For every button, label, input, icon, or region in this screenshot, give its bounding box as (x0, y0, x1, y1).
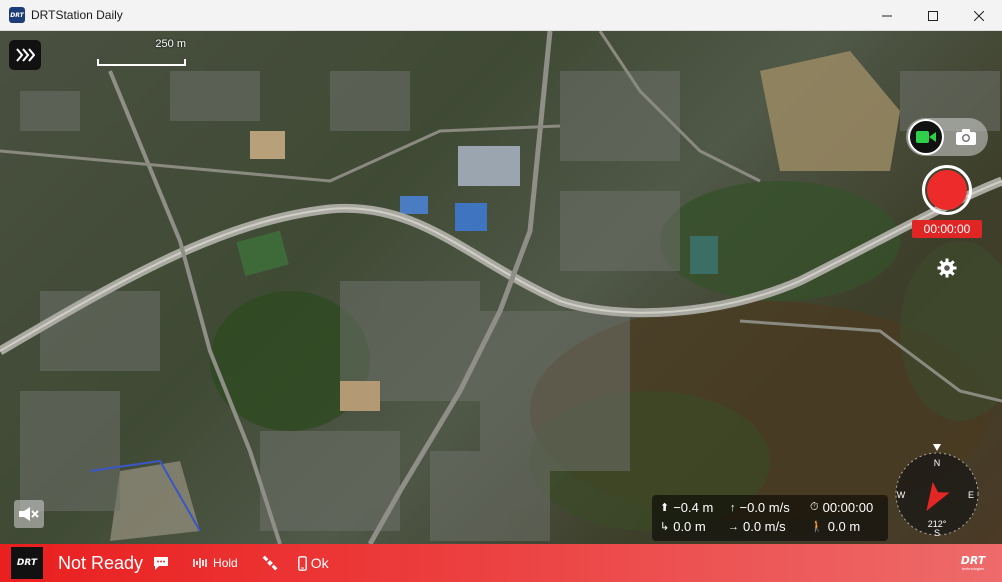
minimize-button[interactable] (864, 0, 910, 31)
flight-mode-button[interactable]: Hold (193, 556, 238, 570)
app-icon: DRT (9, 7, 25, 23)
flight-mode-label: Hold (213, 556, 238, 570)
home-distance-readout: 🚶 0.0 m (810, 519, 861, 534)
scale-label: 250 m (155, 38, 186, 50)
map-imagery (0, 31, 1002, 544)
photo-mode-button[interactable] (953, 125, 979, 149)
camera-settings-button[interactable] (936, 257, 958, 279)
phone-icon (297, 555, 307, 571)
app-window: DRT DRTStation Daily 250 m 00:00:00 ⬆ −0… (0, 0, 1002, 582)
telemetry-row-1: ⬆ −0.4 m ↑ −0.0 m/s ⏱ 00:00:00 (652, 500, 888, 518)
compass-west-label: W (897, 490, 906, 500)
connection-status-label: Ok (310, 555, 329, 571)
maximize-icon (928, 10, 938, 21)
flight-time-readout: ⏱ 00:00:00 (810, 500, 874, 515)
speaker-mute-icon (19, 507, 39, 521)
altitude-readout: ⬆ −0.4 m (660, 500, 714, 515)
video-camera-icon (916, 131, 936, 143)
compass-south-label: S (934, 528, 940, 538)
brand-logo: DRT technologies (960, 554, 986, 571)
video-mode-button[interactable] (908, 119, 944, 155)
camera-mode-toggle (906, 118, 988, 156)
message-icon (154, 556, 169, 570)
telemetry-panel: ⬆ −0.4 m ↑ −0.0 m/s ⏱ 00:00:00 ↳ 0.0 m → 0.0 … (652, 495, 888, 541)
camera-icon (956, 129, 976, 145)
window-title: DRTStation Daily (31, 8, 123, 22)
compass-east-label: E (968, 490, 974, 500)
horizontal-speed-readout: → 0.0 m/s (728, 519, 786, 534)
vertical-speed-icon: ↑ (730, 501, 736, 514)
close-icon (974, 10, 984, 21)
record-icon (927, 170, 967, 210)
record-button[interactable] (922, 165, 972, 215)
record-timer: 00:00:00 (912, 220, 982, 238)
compass-widget: N E S W 212° (895, 444, 979, 538)
connection-status-button[interactable]: Ok (297, 555, 329, 571)
map-scale: 250 m (97, 38, 186, 68)
wave-icon (193, 558, 207, 568)
messages-button[interactable] (153, 556, 169, 571)
compass-north-label: N (934, 458, 941, 468)
close-button[interactable] (956, 0, 1002, 31)
vertical-speed-readout: ↑ −0.0 m/s (730, 500, 790, 515)
title-bar[interactable]: DRT DRTStation Daily (0, 0, 1002, 31)
gear-icon (937, 258, 957, 278)
drt-logo[interactable]: DRT (11, 547, 43, 579)
audio-mute-button[interactable] (14, 500, 44, 528)
scale-bar (97, 59, 186, 66)
telemetry-row-2: ↳ 0.0 m → 0.0 m/s 🚶 0.0 m (652, 519, 888, 537)
chevrons-right-icon (16, 48, 35, 62)
walker-icon: 🚶 (810, 521, 824, 533)
status-bar: DRT Not Ready Hold Ok DRT technologies (0, 544, 1002, 582)
distance-icon: ↳ (660, 521, 670, 533)
distance-readout: ↳ 0.0 m (660, 519, 706, 534)
satellite-map[interactable]: 250 m 00:00:00 ⬆ −0.4 m ↑ −0.0 m/s ⏱ 00:… (0, 31, 1002, 544)
expand-menu-button[interactable] (9, 40, 41, 70)
altitude-icon: ⬆ (660, 502, 670, 514)
window-controls (864, 0, 1002, 31)
timer-icon: ⏱ (810, 501, 819, 513)
vehicle-status[interactable]: Not Ready (58, 553, 143, 574)
gps-status-button[interactable] (262, 555, 278, 571)
horizontal-speed-icon: → (728, 520, 739, 533)
satellite-icon (262, 555, 278, 571)
minimize-icon (882, 15, 892, 16)
compass-heading-label: 212° (928, 519, 947, 529)
maximize-button[interactable] (910, 0, 956, 31)
